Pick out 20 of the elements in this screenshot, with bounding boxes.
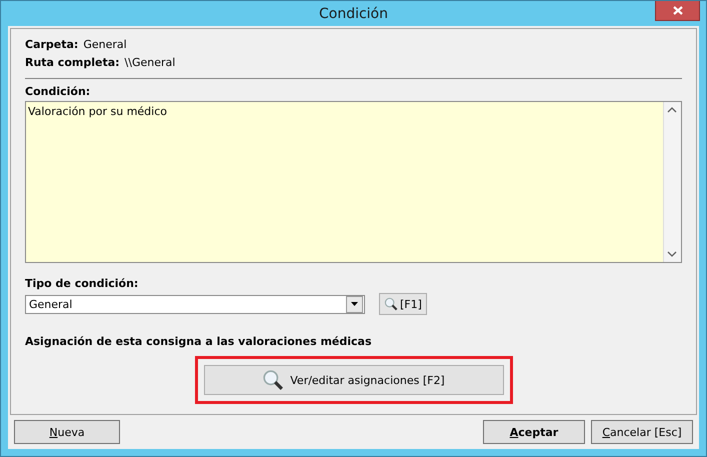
window-title: Condición [318, 6, 388, 22]
search-icon [262, 369, 284, 391]
lookup-button[interactable]: [F1] [379, 293, 427, 315]
close-icon [672, 6, 682, 15]
edit-assignments-button[interactable]: Ver/editar asignaciones [F2] [204, 365, 504, 395]
condition-label: Condición: [25, 85, 92, 98]
dropdown-arrow-icon [351, 302, 358, 306]
field-label: Ruta completa: [25, 56, 120, 68]
footer-button[interactable]: Nueva [14, 420, 120, 444]
condition-text-area[interactable]: Valoración por su médico [25, 101, 682, 263]
footer-button[interactable]: Aceptar [483, 420, 585, 444]
type-dropdown[interactable]: General [25, 294, 365, 314]
assignment-label: Asignación de esta consigna a las valoraciones médicas [25, 335, 372, 348]
search-icon [384, 297, 398, 311]
footer-button[interactable]: Cancelar [Esc] [591, 420, 693, 444]
field-value: General [83, 38, 127, 50]
type-label: Tipo de condición: [25, 277, 140, 290]
field-value: \\General [124, 56, 176, 68]
field-label: Carpeta: [25, 38, 78, 50]
close-button[interactable] [655, 1, 700, 21]
